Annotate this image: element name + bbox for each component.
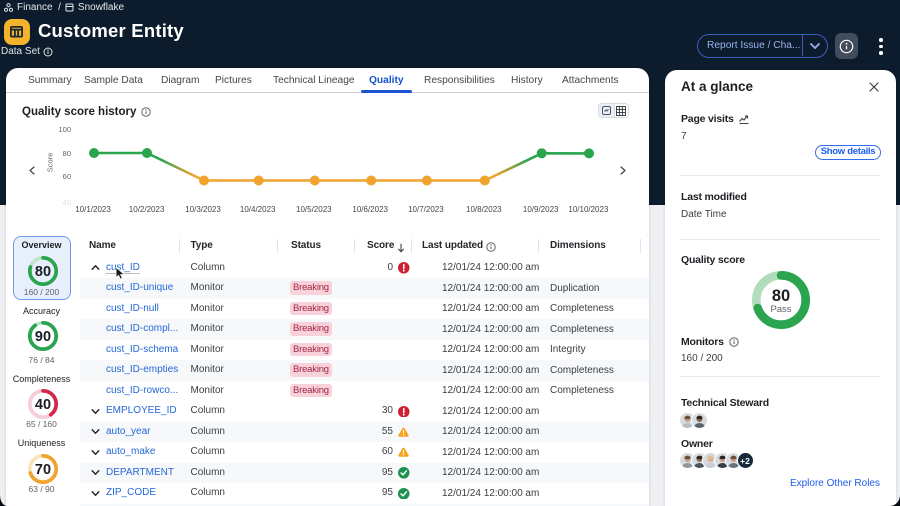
svg-text:Pass: Pass [770, 304, 791, 315]
svg-text:80: 80 [35, 264, 51, 280]
svg-text:70: 70 [34, 462, 50, 478]
svg-text:90: 90 [34, 329, 50, 345]
svg-text:40: 40 [34, 397, 50, 413]
svg-text:80: 80 [772, 287, 790, 305]
